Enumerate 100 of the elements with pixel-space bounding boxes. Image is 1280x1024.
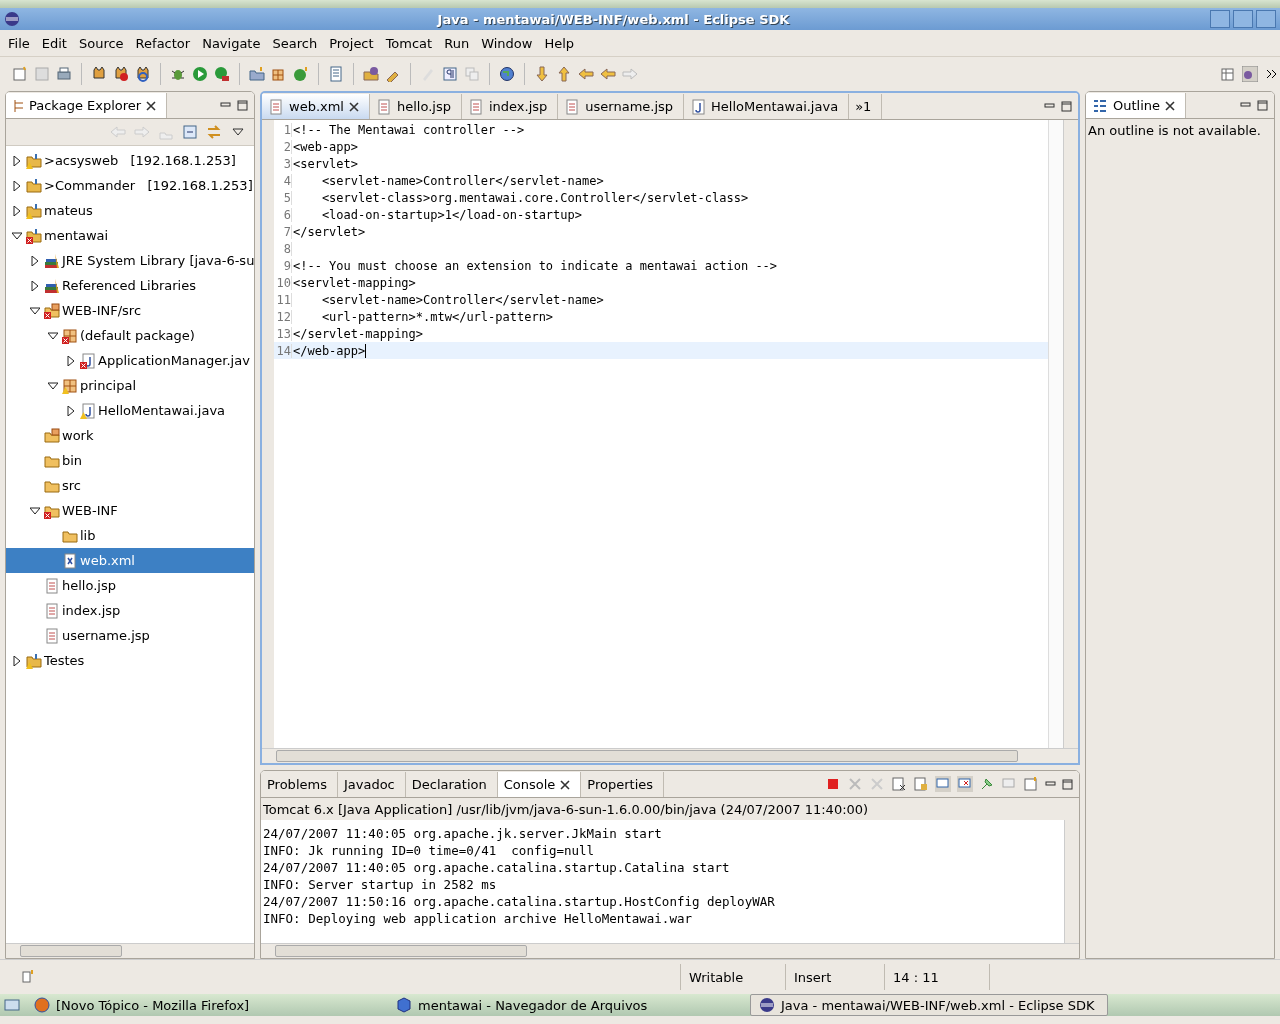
collapsed-arrow-icon[interactable] <box>12 655 22 666</box>
tree-item[interactable]: mateus <box>6 198 254 223</box>
expanded-arrow-icon[interactable] <box>30 305 40 316</box>
tree-item[interactable]: work <box>6 423 254 448</box>
maximize-icon[interactable] <box>1257 99 1268 111</box>
collapsed-arrow-icon[interactable] <box>12 180 22 191</box>
maximize-icon[interactable] <box>1062 778 1073 790</box>
line-number: 9 <box>274 258 292 273</box>
collapsed-arrow-icon[interactable] <box>30 280 40 291</box>
tree-item[interactable]: Referenced Libraries <box>6 273 254 298</box>
show-desktop-icon[interactable] <box>4 997 20 1013</box>
restore-button[interactable] <box>1233 10 1253 28</box>
view-tab[interactable]: Package Explorer <box>6 93 168 118</box>
tree-item[interactable]: index.jsp <box>6 598 254 623</box>
expanded-arrow-icon[interactable] <box>12 230 22 241</box>
panel-tab[interactable]: Console <box>497 772 582 797</box>
expanded-arrow-icon[interactable] <box>30 505 40 516</box>
scroll-lock-icon[interactable] <box>913 776 929 792</box>
new-file-icon[interactable] <box>12 66 28 82</box>
collapsed-arrow-icon[interactable] <box>66 355 76 366</box>
pilcrow-icon[interactable] <box>442 66 458 82</box>
close-icon[interactable] <box>1165 100 1176 111</box>
new-console-icon[interactable] <box>1023 776 1039 792</box>
scrollbar-thumb[interactable] <box>276 750 1018 762</box>
close-icon[interactable] <box>146 100 157 111</box>
tree-item[interactable]: web.xml <box>6 548 254 573</box>
globe-icon[interactable] <box>499 66 515 82</box>
close-icon[interactable] <box>349 101 359 112</box>
show-console-icon[interactable] <box>935 776 951 792</box>
tree-item[interactable]: HelloMentawai.java <box>6 398 254 423</box>
tree-item[interactable]: src <box>6 473 254 498</box>
expanded-arrow-icon[interactable] <box>48 380 58 391</box>
open-perspective-icon[interactable] <box>1220 66 1236 82</box>
cat-restart-icon[interactable] <box>135 66 151 82</box>
tree-item[interactable]: hello.jsp <box>6 573 254 598</box>
minimize-button[interactable] <box>1210 10 1230 28</box>
editor-tab[interactable]: web.xml <box>262 94 370 119</box>
next-annotation-icon[interactable] <box>534 66 550 82</box>
last-edit-icon[interactable] <box>578 66 594 82</box>
scrollbar-thumb[interactable] <box>20 945 122 957</box>
terminate-icon[interactable] <box>825 776 841 792</box>
taskbar-button[interactable]: mentawai - Navegador de Arquivos <box>388 995 744 1015</box>
close-button[interactable] <box>1256 10 1276 28</box>
tree-item[interactable]: bin <box>6 448 254 473</box>
package-explorer-icon[interactable] <box>12 97 24 114</box>
collapsed-arrow-icon[interactable] <box>12 155 22 166</box>
tree-item[interactable]: Testes <box>6 648 254 673</box>
show-error-icon[interactable] <box>957 776 973 792</box>
tree-item[interactable]: lib <box>6 523 254 548</box>
panel-tab[interactable]: Problems <box>261 772 338 797</box>
taskbar-button[interactable]: Java - mentawai/WEB-INF/web.xml - Eclipse SDK <box>750 994 1108 1016</box>
menu-item[interactable]: Search <box>266 35 324 51</box>
new-package-icon[interactable] <box>249 66 265 82</box>
tree-item[interactable]: >acsysweb [192.168.1.253] <box>6 148 254 173</box>
expanded-arrow-icon[interactable] <box>48 330 58 341</box>
menu-item[interactable]: Edit <box>35 35 73 51</box>
menu-item[interactable]: File <box>2 35 36 51</box>
tree-item[interactable]: (default package) <box>6 323 254 348</box>
tree-item[interactable]: WEB-INF/src <box>6 298 254 323</box>
scrollbar-thumb[interactable] <box>275 945 527 957</box>
print-icon[interactable] <box>56 66 72 82</box>
menu-item[interactable]: Help <box>538 35 581 51</box>
menu-item[interactable]: Tomcat <box>379 35 439 51</box>
link-editor-icon[interactable] <box>206 124 222 140</box>
cat-icon[interactable] <box>91 66 107 82</box>
previous-annotation-icon[interactable] <box>556 66 572 82</box>
maximize-icon[interactable] <box>237 99 248 111</box>
view-tab[interactable]: Outline <box>1086 93 1187 118</box>
vertical-scrollbar[interactable] <box>1063 120 1078 748</box>
menu-item[interactable]: Project <box>323 35 380 51</box>
tree-item[interactable]: mentawai <box>6 223 254 248</box>
collapsed-arrow-icon[interactable] <box>12 205 22 216</box>
task-list-icon[interactable] <box>328 66 344 82</box>
tree-item[interactable]: JRE System Library [java-6-su <box>6 248 254 273</box>
outline-icon[interactable] <box>1092 97 1108 114</box>
collapsed-arrow-icon[interactable] <box>66 405 76 416</box>
vertical-scrollbar[interactable] <box>1064 820 1079 943</box>
tree-item[interactable]: principal <box>6 373 254 398</box>
run-icon[interactable] <box>192 66 208 82</box>
fast-view-icon[interactable] <box>20 967 36 984</box>
tree-item[interactable]: ApplicationManager.jav <box>6 348 254 373</box>
back-icon[interactable] <box>600 66 616 82</box>
menu-item[interactable]: Window <box>475 35 539 51</box>
menu-item[interactable]: Refactor <box>129 35 197 51</box>
menu-item[interactable]: Source <box>72 35 130 51</box>
menu-item[interactable]: Navigate <box>196 35 267 51</box>
tree-item[interactable]: >Commander [192.168.1.253] <box>6 173 254 198</box>
java-perspective-icon[interactable] <box>1242 66 1258 82</box>
maximize-icon[interactable] <box>1061 100 1072 112</box>
collapsed-arrow-icon[interactable] <box>30 255 40 266</box>
run-tool-icon[interactable] <box>214 66 230 82</box>
cat-stop-icon[interactable] <box>113 66 129 82</box>
taskbar-button[interactable]: [Novo Tópico - Mozilla Firefox] <box>26 995 382 1015</box>
close-icon[interactable] <box>560 779 571 790</box>
collapse-all-icon[interactable] <box>182 124 198 140</box>
tree-item[interactable]: WEB-INF <box>6 498 254 523</box>
tree-item[interactable]: username.jsp <box>6 623 254 648</box>
pin-icon[interactable] <box>979 776 995 792</box>
menu-item[interactable]: Run <box>438 35 476 51</box>
clear-console-icon[interactable] <box>891 776 907 792</box>
